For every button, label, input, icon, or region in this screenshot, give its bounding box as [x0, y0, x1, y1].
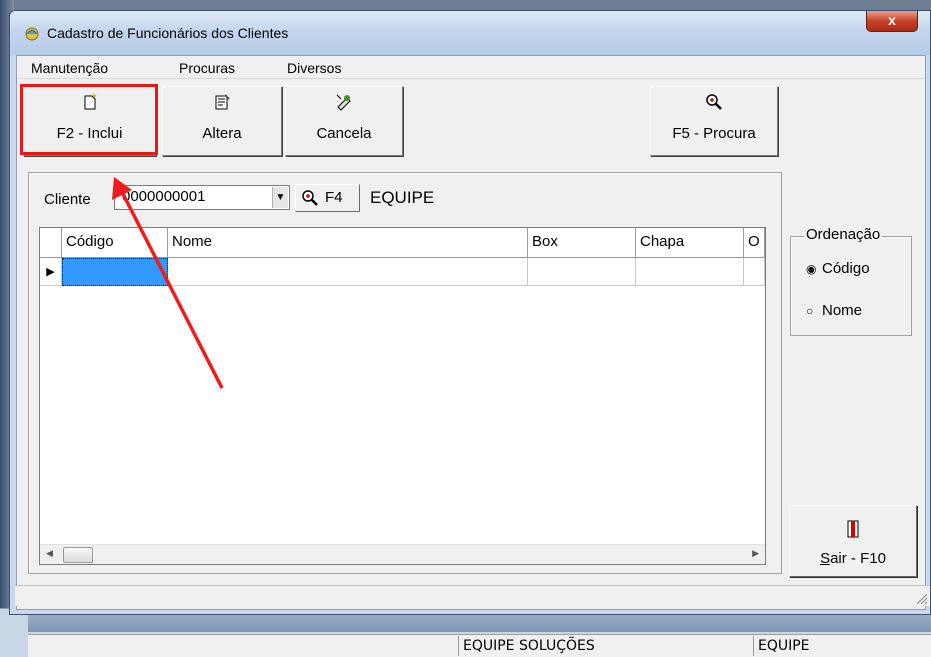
- menu-manutencao[interactable]: Manutenção: [31, 60, 108, 76]
- altera-label: Altera: [202, 125, 242, 142]
- sair-button[interactable]: Sair - F10: [789, 505, 917, 577]
- altera-button[interactable]: Altera: [162, 86, 282, 156]
- grid-header-o[interactable]: O: [744, 228, 765, 258]
- radio-selected-icon: ◉: [806, 262, 817, 276]
- dropdown-arrow-icon[interactable]: ▼: [272, 187, 288, 208]
- background-status-user: EQUIPE: [753, 636, 928, 656]
- magnifier-icon: [302, 190, 318, 206]
- procura-label: F5 - Procura: [672, 125, 756, 142]
- grid-cell-o[interactable]: [744, 258, 765, 286]
- app-icon: [25, 27, 39, 41]
- cliente-combo[interactable]: 0000000001 ▼: [114, 185, 290, 210]
- menu-bar: Manutenção Procuras Diversos: [17, 56, 925, 79]
- cliente-value: 0000000001: [122, 188, 206, 205]
- grid-cell-codigo[interactable]: [62, 258, 168, 286]
- procura-button[interactable]: F5 - Procura: [650, 86, 778, 156]
- menu-diversos[interactable]: Diversos: [287, 60, 341, 76]
- grid-cell-nome[interactable]: [168, 258, 528, 286]
- ordenacao-legend: Ordenação: [804, 226, 883, 243]
- resize-grip-icon[interactable]: [914, 591, 928, 605]
- f4-label: F4: [325, 189, 343, 206]
- f4-search-button[interactable]: F4: [295, 184, 360, 212]
- magnifier-icon: [651, 93, 777, 113]
- background-status-company: EQUIPE SOLUÇÕES: [458, 636, 753, 656]
- grid-corner: [40, 228, 62, 258]
- cancela-label: Cancela: [316, 125, 372, 142]
- scroll-thumb[interactable]: [63, 547, 93, 563]
- menu-procuras[interactable]: Procuras: [179, 60, 235, 76]
- grid-cell-box[interactable]: [528, 258, 636, 286]
- grid-cell-chapa[interactable]: [636, 258, 744, 286]
- exit-door-icon: [847, 520, 859, 538]
- grid-header-box[interactable]: Box: [528, 228, 636, 258]
- radio-codigo[interactable]: ◉ Código: [806, 260, 870, 277]
- highlight-box: [20, 84, 158, 155]
- background-toolbar-strip: [28, 612, 931, 632]
- cliente-name: EQUIPE: [370, 188, 435, 207]
- edit-document-icon: [163, 93, 281, 113]
- cliente-label: Cliente: [44, 191, 91, 208]
- ordenacao-group: [790, 236, 912, 336]
- grid-header-chapa[interactable]: Chapa: [636, 228, 744, 258]
- close-button[interactable]: x: [866, 11, 918, 32]
- scroll-left-icon[interactable]: ◀: [46, 548, 53, 559]
- grid-header-nome[interactable]: Nome: [168, 228, 528, 258]
- radio-codigo-label: Código: [822, 260, 870, 277]
- sair-label: Sair - F10: [820, 550, 886, 567]
- horizontal-scrollbar[interactable]: ◀ ▶: [40, 544, 765, 564]
- scroll-right-icon[interactable]: ▶: [752, 548, 759, 559]
- cancela-button[interactable]: Cancela: [285, 86, 403, 156]
- radio-nome[interactable]: ○ Nome: [806, 302, 862, 319]
- window-title: Cadastro de Funcionários dos Clientes: [47, 25, 289, 41]
- title-bar[interactable]: Cadastro de Funcionários dos Clientes x: [10, 11, 930, 55]
- radio-nome-label: Nome: [822, 302, 863, 319]
- window-statusbar: [15, 585, 930, 606]
- cancel-icon: [286, 93, 402, 113]
- radio-unselected-icon: ○: [806, 304, 814, 318]
- grid-header-codigo[interactable]: Código: [62, 228, 168, 258]
- background-statusbar: EQUIPE SOLUÇÕES EQUIPE: [28, 634, 931, 657]
- funcionarios-grid[interactable]: Código Nome Box Chapa O ▶ ◀ ▶: [39, 227, 766, 565]
- row-indicator-icon: ▶: [40, 258, 62, 286]
